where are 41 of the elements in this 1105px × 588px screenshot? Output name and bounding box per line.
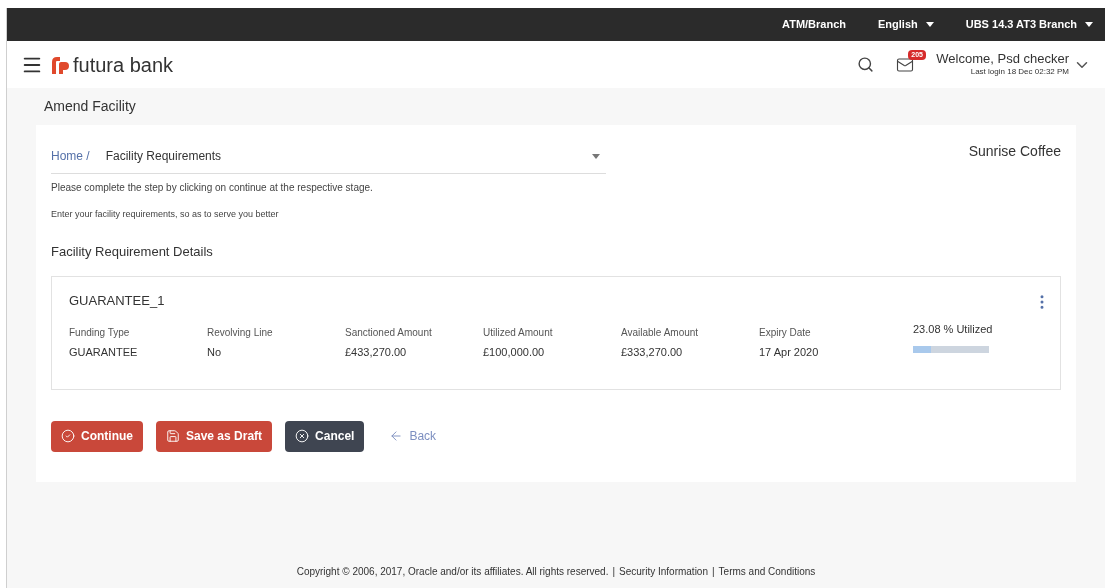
- caret-icon: [592, 153, 600, 159]
- step-dropdown[interactable]: Facility Requirements: [105, 147, 606, 165]
- top-bar-link[interactable]: ATM/Branch: [782, 16, 846, 33]
- footer-link[interactable]: Security Information: [619, 564, 708, 579]
- action-button[interactable]: Save as Draft: [156, 420, 273, 452]
- field-value: £433,270.00: [345, 345, 408, 360]
- instruction-text: Please complete the step by clicking on continue at the respective stage.: [51, 181, 374, 195]
- section-title: Facility Requirement Details: [51, 242, 214, 261]
- top-bar-link[interactable]: UBS 14.3 AT3 Branch: [965, 16, 1077, 33]
- field-label: Sanctioned Amount: [345, 326, 433, 340]
- facility-name: GUARANTEE_1: [69, 292, 165, 310]
- breadcrumb-link[interactable]: Home /: [51, 147, 90, 165]
- mail-icon[interactable]: [896, 55, 915, 74]
- search-icon[interactable]: [857, 56, 875, 73]
- field-label: Utilized Amount: [483, 326, 554, 340]
- action-button[interactable]: Continue: [51, 420, 143, 452]
- footer-link[interactable]: Terms and Conditions: [718, 564, 816, 579]
- field-value: 17 Apr 2020: [759, 345, 820, 360]
- last-login-text: Last login 18 Dec 02:32 PM: [970, 66, 1069, 78]
- bank-logo-text: futura bank: [73, 52, 174, 78]
- x-circle-icon: [295, 429, 310, 443]
- field-label: Expiry Date: [759, 326, 812, 340]
- top-bar-link[interactable]: English: [878, 16, 918, 33]
- separator-text: |: [612, 565, 616, 579]
- copyright-text: Copyright © 2006, 2017, Oracle and/or its affiliates. All rights reserved.: [296, 565, 609, 579]
- left-arrow-icon: [389, 429, 404, 443]
- welcome-text: Welcome, Psd checker: [936, 51, 1069, 66]
- field-value: £100,000.00: [483, 345, 546, 360]
- utilization-text: 23.08 % Utilized: [913, 322, 993, 337]
- field-label: Revolving Line: [207, 326, 274, 340]
- instruction-text: Enter your facility requirements, so as to serve you better: [51, 208, 280, 221]
- field-value: £333,270.00: [621, 345, 684, 360]
- separator-text: |: [712, 565, 715, 579]
- company-name: Sunrise Coffee: [968, 142, 1061, 161]
- field-label: Funding Type: [69, 326, 131, 340]
- action-button[interactable]: Cancel: [285, 420, 365, 452]
- field-label: Available Amount: [621, 326, 700, 340]
- page-title: Amend Facility: [43, 97, 137, 116]
- check-circle-icon: [61, 429, 75, 443]
- field-value: No: [207, 345, 223, 360]
- field-value: GUARANTEE: [69, 345, 139, 360]
